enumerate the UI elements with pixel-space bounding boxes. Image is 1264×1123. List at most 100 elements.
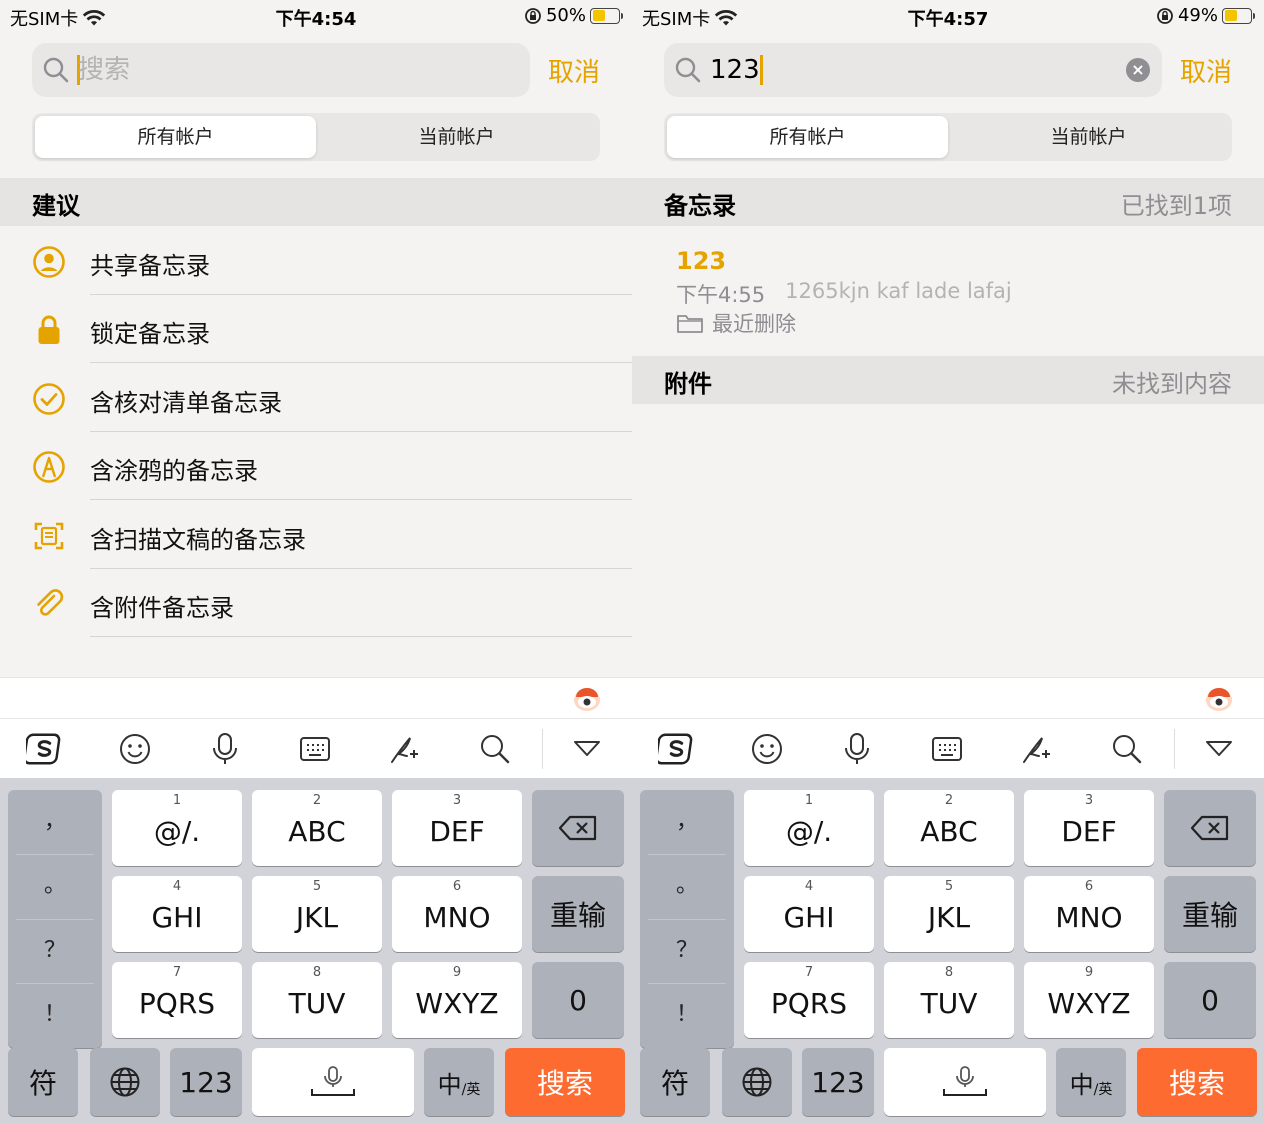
key-label: MNO (423, 900, 491, 934)
symbols-key[interactable]: 符 (640, 1048, 710, 1116)
microphone-icon[interactable] (207, 731, 243, 767)
microphone-icon[interactable] (839, 731, 875, 767)
search-input[interactable] (78, 51, 478, 89)
key-label: WXYZ (415, 986, 499, 1020)
key-2[interactable]: 2 ABC (884, 790, 1014, 866)
suggestion-attachment-notes[interactable]: 含附件备忘录 (0, 569, 632, 637)
search-key[interactable]: 搜索 (505, 1048, 625, 1116)
key-8[interactable]: 8 TUV (252, 962, 382, 1038)
retype-key[interactable]: 重输 (1164, 876, 1256, 952)
segment-all-accounts[interactable]: 所有帐户 (667, 116, 948, 158)
key-3[interactable]: 3 DEF (392, 790, 522, 866)
punct-exclamation[interactable]: ！ (640, 983, 734, 1047)
search-field[interactable]: × (664, 43, 1162, 97)
key-6[interactable]: 6 MNO (392, 876, 522, 952)
emoji-icon[interactable] (749, 731, 785, 767)
collapse-keyboard-icon[interactable] (569, 731, 605, 767)
space-key[interactable] (252, 1048, 414, 1116)
attachments-status: 未找到内容 (1112, 370, 1232, 398)
punct-question[interactable]: ？ (640, 919, 734, 983)
battery-icon (1222, 7, 1255, 24)
suggestion-locked-notes[interactable]: 锁定备忘录 (0, 295, 632, 363)
key-1[interactable]: 1 @/. (744, 790, 874, 866)
punct-exclamation[interactable]: ！ (8, 983, 102, 1047)
battery-icon (590, 7, 623, 24)
handwriting-icon[interactable] (387, 731, 423, 767)
punct-comma[interactable]: ， (640, 790, 734, 854)
key-5[interactable]: 5 JKL (252, 876, 382, 952)
search-input[interactable] (710, 51, 1110, 89)
search-field[interactable] (32, 43, 530, 97)
note-title: 123 (676, 247, 727, 275)
suggestion-checklist-notes[interactable]: 含核对清单备忘录 (0, 364, 632, 432)
clear-search-icon[interactable]: × (1126, 58, 1150, 82)
language-key[interactable]: 中/英 (1056, 1048, 1126, 1116)
lang-sub: /英 (1093, 1082, 1113, 1098)
suggestion-drawing-notes[interactable]: 含涂鸦的备忘录 (0, 432, 632, 500)
key-6[interactable]: 6 MNO (1024, 876, 1154, 952)
notes-section-header: 备忘录 已找到1项 (632, 178, 1264, 226)
punct-comma[interactable]: ， (8, 790, 102, 854)
sogou-logo-icon[interactable] (26, 731, 62, 767)
globe-key[interactable] (722, 1048, 792, 1116)
key-label: GHI (783, 900, 835, 934)
key-8[interactable]: 8 TUV (884, 962, 1014, 1038)
lang-main: 中 (437, 1070, 462, 1099)
key-number: 9 (1084, 965, 1094, 980)
key-label: DEF (429, 814, 485, 848)
numbers-key[interactable]: 123 (802, 1048, 874, 1116)
backspace-key[interactable] (1164, 790, 1256, 866)
key-0[interactable]: 0 (1164, 962, 1256, 1038)
attachments-section-header: 附件 未找到内容 (632, 356, 1264, 404)
emoji-icon[interactable] (117, 731, 153, 767)
note-folder: 最近删除 (676, 308, 796, 338)
key-7[interactable]: 7 PQRS (744, 962, 874, 1038)
punct-period[interactable]: 。 (640, 854, 734, 918)
key-9[interactable]: 9 WXYZ (392, 962, 522, 1038)
suggestion-label: 含核对清单备忘录 (90, 389, 282, 417)
note-time: 下午4:55 (676, 283, 766, 307)
key-number: 4 (804, 879, 814, 894)
key-1[interactable]: 1 @/. (112, 790, 242, 866)
search-icon[interactable] (1109, 731, 1145, 767)
suggestion-shared-notes[interactable]: 共享备忘录 (0, 227, 632, 295)
punct-period[interactable]: 。 (8, 854, 102, 918)
segment-current-account[interactable]: 当前帐户 (948, 116, 1229, 158)
key-4[interactable]: 4 GHI (112, 876, 242, 952)
key-label: TUV (920, 986, 978, 1020)
symbols-key[interactable]: 符 (8, 1048, 78, 1116)
retype-key[interactable]: 重输 (532, 876, 624, 952)
suggestion-scanned-notes[interactable]: 含扫描文稿的备忘录 (0, 501, 632, 569)
globe-key[interactable] (90, 1048, 160, 1116)
space-key[interactable] (884, 1048, 1046, 1116)
punct-question[interactable]: ？ (8, 919, 102, 983)
key-5[interactable]: 5 JKL (884, 876, 1014, 952)
paperclip-icon (37, 589, 64, 616)
status-right: 49% (1156, 5, 1255, 26)
segment-all-accounts[interactable]: 所有帐户 (35, 116, 316, 158)
key-3[interactable]: 3 DEF (1024, 790, 1154, 866)
numbers-key[interactable]: 123 (170, 1048, 242, 1116)
handwriting-icon[interactable] (1019, 731, 1055, 767)
search-icon[interactable] (477, 731, 513, 767)
key-4[interactable]: 4 GHI (744, 876, 874, 952)
language-key[interactable]: 中/英 (424, 1048, 494, 1116)
sogou-logo-icon[interactable] (658, 731, 694, 767)
backspace-key[interactable] (532, 790, 624, 866)
suggestion-label: 锁定备忘录 (90, 320, 210, 348)
keyboard-icon[interactable] (929, 731, 965, 767)
collapse-keyboard-icon[interactable] (1201, 731, 1237, 767)
cancel-button[interactable]: 取消 (548, 52, 600, 89)
note-result-item[interactable]: 123 下午4:55 1265kjn kaf lade lafaj 最近删除 (632, 227, 1264, 355)
key-7[interactable]: 7 PQRS (112, 962, 242, 1038)
segment-current-account[interactable]: 当前帐户 (316, 116, 597, 158)
cancel-button[interactable]: 取消 (1180, 52, 1232, 89)
drawing-pen-icon (33, 451, 65, 483)
key-2[interactable]: 2 ABC (252, 790, 382, 866)
key-9[interactable]: 9 WXYZ (1024, 962, 1154, 1038)
key-0[interactable]: 0 (532, 962, 624, 1038)
mascot-icon[interactable] (572, 684, 602, 714)
search-key[interactable]: 搜索 (1137, 1048, 1257, 1116)
keyboard-icon[interactable] (297, 731, 333, 767)
mascot-icon[interactable] (1204, 684, 1234, 714)
